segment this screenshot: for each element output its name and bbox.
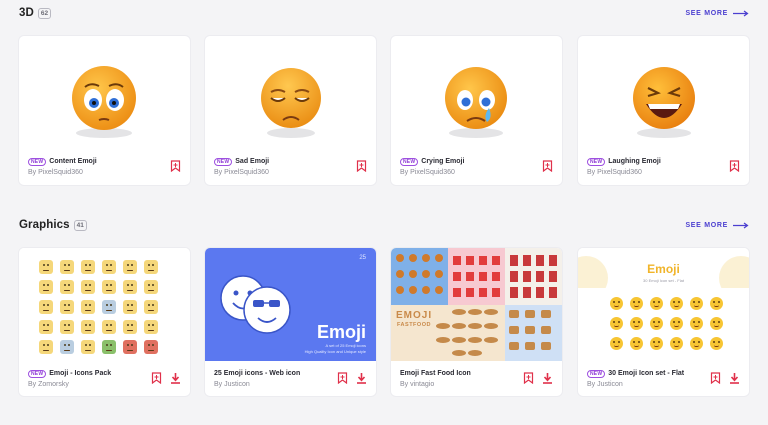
section-title: Graphics bbox=[19, 219, 70, 231]
sad-emoji-image bbox=[261, 68, 321, 138]
thumbnail: Emoji 30 Emoji Icon set - Flat bbox=[578, 248, 749, 361]
asset-card[interactable]: NEW Laughing Emoji By PixelSquid360 bbox=[578, 36, 749, 185]
asset-card[interactable]: 25 Emoji A set of 25 Emoji icons High Qu… bbox=[205, 248, 376, 396]
thumbnail: 25 Emoji A set of 25 Emoji icons High Qu… bbox=[205, 248, 376, 361]
bookmark-icon[interactable] bbox=[542, 160, 553, 172]
crying-emoji-image bbox=[445, 67, 507, 138]
thumb-subtitle: A set of 25 Emoji icons bbox=[325, 343, 366, 348]
thumb-number: 25 bbox=[359, 255, 366, 261]
download-icon[interactable] bbox=[729, 372, 740, 384]
new-badge: NEW bbox=[587, 157, 606, 166]
new-badge: NEW bbox=[214, 157, 233, 166]
thumb-subtitle: 30 Emoji Icon set - Flat bbox=[643, 278, 684, 283]
laughing-emoji-image bbox=[633, 67, 695, 138]
thumb-subtitle: High Quality Icon and Unique style bbox=[304, 349, 366, 354]
thumbnail bbox=[391, 36, 562, 148]
card-title[interactable]: Crying Emoji bbox=[421, 157, 464, 166]
card-title[interactable]: 30 Emoji Icon set - Flat bbox=[608, 369, 684, 378]
thumb-title: Emoji bbox=[316, 322, 366, 342]
fast-food-grid bbox=[391, 248, 562, 361]
card-author[interactable]: By PixelSquid360 bbox=[214, 168, 367, 177]
asset-card[interactable]: NEW Emoji - Icons Pack By Zomorsky bbox=[19, 248, 190, 396]
asset-card[interactable]: Emoji 30 Emoji Icon set - Flat NEW 30 Em… bbox=[578, 248, 749, 396]
arrow-right-icon bbox=[733, 10, 749, 16]
see-more-link[interactable]: SEE MORE bbox=[685, 222, 749, 229]
bookmark-icon[interactable] bbox=[523, 372, 534, 384]
see-more-link[interactable]: SEE MORE bbox=[685, 10, 749, 17]
count-badge: 41 bbox=[73, 219, 87, 231]
thumbnail bbox=[205, 36, 376, 148]
section-title: 3D bbox=[19, 7, 34, 19]
card-author[interactable]: By PixelSquid360 bbox=[400, 168, 553, 177]
bookmark-icon[interactable] bbox=[710, 372, 721, 384]
thumb-title: Emoji bbox=[647, 262, 680, 276]
card-title[interactable]: Emoji - Icons Pack bbox=[49, 369, 111, 378]
asset-card[interactable]: NEW Crying Emoji By PixelSquid360 bbox=[391, 36, 562, 185]
card-title[interactable]: 25 Emoji icons - Web icon bbox=[214, 369, 300, 378]
see-more-label: SEE MORE bbox=[685, 9, 728, 17]
content-emoji-image bbox=[72, 66, 136, 138]
thumbnail bbox=[19, 248, 190, 361]
bookmark-icon[interactable] bbox=[170, 160, 181, 172]
see-more-label: SEE MORE bbox=[685, 221, 728, 229]
thumbnail bbox=[578, 36, 749, 148]
arrow-right-icon bbox=[733, 222, 749, 228]
asset-card[interactable]: NEW Content Emoji By PixelSquid360 bbox=[19, 36, 190, 185]
section-header-graphics: Graphics 41 SEE MORE bbox=[19, 215, 749, 235]
bookmark-icon[interactable] bbox=[151, 372, 162, 384]
emoji-icon-grid bbox=[39, 260, 158, 354]
new-badge: NEW bbox=[587, 369, 606, 378]
card-title[interactable]: Laughing Emoji bbox=[608, 157, 661, 166]
card-title[interactable]: Emoji Fast Food Icon bbox=[400, 369, 471, 378]
new-badge: NEW bbox=[400, 157, 419, 166]
bookmark-icon[interactable] bbox=[729, 160, 740, 172]
flat-emoji-grid bbox=[610, 297, 723, 350]
download-icon[interactable] bbox=[170, 372, 181, 384]
card-author[interactable]: By PixelSquid360 bbox=[587, 168, 740, 177]
download-icon[interactable] bbox=[542, 372, 553, 384]
new-badge: NEW bbox=[28, 157, 47, 166]
download-icon[interactable] bbox=[356, 372, 367, 384]
section-header-3d: 3D 62 SEE MORE bbox=[19, 3, 749, 23]
thumb-title: EMOJI bbox=[396, 310, 433, 321]
card-author[interactable]: By PixelSquid360 bbox=[28, 168, 181, 177]
new-badge: NEW bbox=[28, 369, 47, 378]
thumb-subtitle: FASTFOOD bbox=[397, 322, 431, 328]
card-title[interactable]: Content Emoji bbox=[49, 157, 96, 166]
thumbnail bbox=[19, 36, 190, 148]
bookmark-icon[interactable] bbox=[337, 372, 348, 384]
asset-card[interactable]: EMOJI FASTFOOD Emoji Fast Food Icon By v… bbox=[391, 248, 562, 396]
asset-card[interactable]: NEW Sad Emoji By PixelSquid360 bbox=[205, 36, 376, 185]
bookmark-icon[interactable] bbox=[356, 160, 367, 172]
thumbnail: EMOJI FASTFOOD bbox=[391, 248, 562, 361]
count-badge: 62 bbox=[37, 7, 52, 19]
card-title[interactable]: Sad Emoji bbox=[235, 157, 269, 166]
